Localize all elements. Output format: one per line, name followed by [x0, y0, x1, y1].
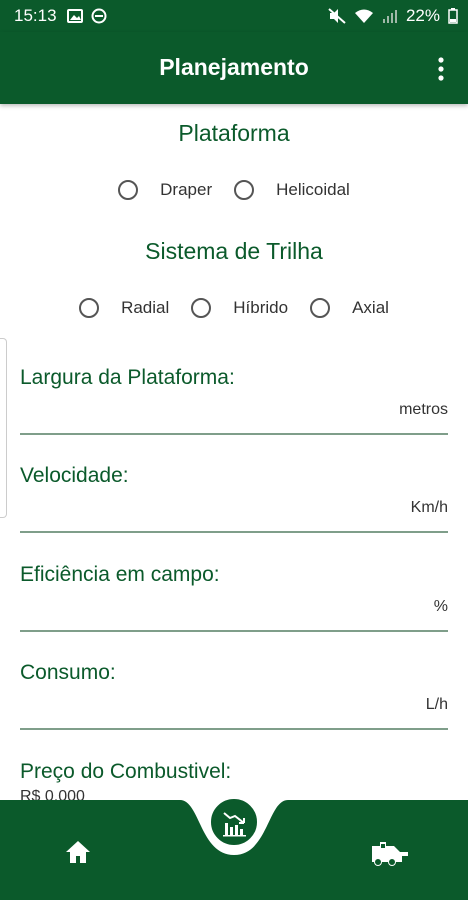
sistema-trilha-title: Sistema de Trilha	[145, 238, 323, 264]
image-notification-icon	[66, 9, 83, 23]
battery-icon	[448, 8, 458, 24]
harvester-icon[interactable]	[370, 838, 410, 868]
mute-icon	[328, 8, 346, 24]
axial-radio[interactable]	[310, 298, 331, 318]
eficiencia-underline	[20, 630, 448, 632]
largura-underline	[20, 433, 448, 435]
consumo-label: Consumo:	[20, 661, 116, 684]
page-title: Planejamento	[159, 54, 309, 80]
do-not-disturb-icon	[91, 8, 107, 24]
helicoidal-label: Helicoidal	[276, 180, 350, 199]
eficiencia-field[interactable]: Eficiência em campo: %	[20, 563, 448, 633]
app-bar: Planejamento	[0, 32, 468, 104]
status-bar: 15:13 22%	[0, 0, 468, 32]
draper-radio[interactable]	[118, 180, 139, 200]
helicoidal-radio[interactable]	[234, 180, 255, 200]
chart-button[interactable]	[209, 797, 259, 847]
radial-label: Radial	[121, 298, 170, 317]
home-icon[interactable]	[65, 840, 91, 864]
consumo-field[interactable]: Consumo: L/h	[20, 661, 448, 731]
axial-label: Axial	[352, 298, 389, 317]
hibrido-radio[interactable]	[191, 298, 212, 318]
eficiencia-label: Eficiência em campo:	[20, 563, 220, 586]
draper-label: Draper	[160, 180, 213, 199]
largura-field[interactable]: Largura da Plataforma: metros	[20, 366, 448, 436]
sistema-trilha-options: Radial Híbrido Axial	[0, 298, 468, 318]
chart-icon	[223, 812, 246, 837]
wifi-icon	[354, 9, 373, 23]
consumo-unit: L/h	[425, 696, 448, 713]
velocidade-unit: Km/h	[410, 499, 448, 516]
hibrido-label: Híbrido	[233, 298, 289, 317]
plataforma-title: Plataforma	[178, 120, 290, 146]
radial-radio[interactable]	[79, 298, 100, 318]
bottom-navigation	[0, 797, 468, 900]
more-vert-icon[interactable]	[436, 56, 446, 82]
velocidade-underline	[20, 531, 448, 533]
signal-icon	[382, 10, 397, 23]
status-time: 15:13	[14, 6, 57, 25]
side-drawer-handle[interactable]	[0, 338, 7, 518]
consumo-underline	[20, 728, 448, 730]
eficiencia-unit: %	[433, 598, 448, 615]
battery-percent: 22%	[405, 6, 440, 25]
plataforma-options: Draper Helicoidal	[0, 180, 468, 200]
largura-label: Largura da Plataforma:	[20, 366, 235, 389]
velocidade-field[interactable]: Velocidade: Km/h	[20, 464, 448, 534]
velocidade-label: Velocidade:	[20, 464, 129, 487]
preco-label: Preço do Combustivel:	[20, 760, 232, 783]
largura-unit: metros	[399, 401, 448, 418]
